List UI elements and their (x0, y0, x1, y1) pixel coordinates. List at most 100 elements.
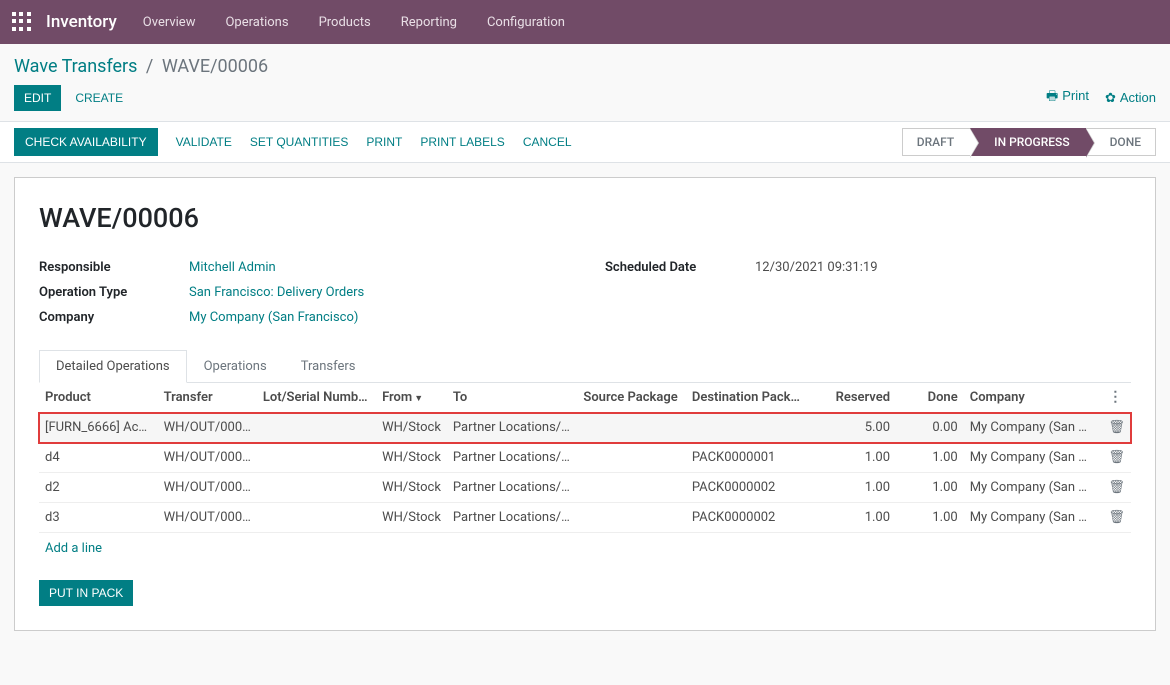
add-line-link[interactable]: Add a line (39, 533, 108, 564)
cell: My Company (San … (964, 503, 1103, 533)
cell: PACK0000001 (686, 443, 806, 473)
validate-button[interactable]: Validate (176, 135, 232, 149)
cell: WH/Stock (376, 473, 447, 503)
delete-row-icon[interactable]: 🗑 (1108, 450, 1125, 465)
status-step-in-progress[interactable]: IN PROGRESS (970, 128, 1085, 156)
responsible-label: Responsible (39, 260, 189, 275)
cell: d3 (39, 503, 158, 533)
breadcrumb-root[interactable]: Wave Transfers (14, 56, 137, 77)
cell: Partner Locations/… (447, 473, 577, 503)
cell: My Company (San … (964, 443, 1103, 473)
print-labels-button[interactable]: Print Labels (420, 135, 504, 149)
scheduled-date-label: Scheduled Date (605, 260, 755, 275)
cell: My Company (San … (964, 473, 1103, 503)
col-header[interactable]: Lot/Serial Numb… (257, 383, 376, 413)
record-title: WAVE/00006 (39, 202, 1131, 234)
breadcrumb: Wave Transfers / WAVE/00006 (14, 44, 1156, 85)
sort-caret-icon: ▼ (414, 394, 423, 404)
col-header[interactable]: Transfer (158, 383, 257, 413)
col-header[interactable]: Reserved (806, 383, 896, 413)
create-button[interactable]: Create (75, 91, 123, 105)
cell (257, 503, 376, 533)
print2-button[interactable]: Print (366, 135, 402, 149)
tabs: Detailed OperationsOperationsTransfers (39, 349, 1131, 383)
column-options-icon[interactable]: ⋮ (1108, 389, 1122, 405)
status-step-draft[interactable]: DRAFT (902, 128, 970, 156)
col-header[interactable]: Done (896, 383, 964, 413)
form-sheet: WAVE/00006 Responsible Mitchell Admin Op… (14, 177, 1156, 631)
set-quantities-button[interactable]: Set Quantities (250, 135, 348, 149)
col-header[interactable]: To (447, 383, 577, 413)
col-header[interactable]: Destination Pack… (686, 383, 806, 413)
table-row[interactable]: d4WH/OUT/000…WH/StockPartner Locations/…… (39, 443, 1131, 473)
app-name[interactable]: Inventory (46, 12, 117, 32)
cell (577, 443, 685, 473)
menu-overview[interactable]: Overview (143, 15, 196, 30)
topbar: Inventory Overview Operations Products R… (0, 0, 1170, 44)
delete-row-icon[interactable]: 🗑 (1108, 510, 1125, 525)
cancel-button[interactable]: Cancel (523, 135, 572, 149)
cell: PACK0000002 (686, 503, 806, 533)
breadcrumb-leaf: WAVE/00006 (162, 56, 268, 77)
cell: Partner Locations/… (447, 443, 577, 473)
cell: 1.00 (806, 503, 896, 533)
print-icon: 🖶 (1046, 88, 1058, 103)
cell (257, 443, 376, 473)
table-row[interactable]: d3WH/OUT/000… WH/StockPartner Locations/…… (39, 503, 1131, 533)
cell: WH/OUT/000… (158, 413, 257, 443)
delete-row-icon[interactable]: 🗑 (1108, 420, 1125, 435)
cell (577, 413, 685, 443)
cell: 1.00 (896, 503, 964, 533)
main-menu: Overview Operations Products Reporting C… (143, 15, 565, 30)
put-in-pack-button[interactable]: Put in Pack (39, 580, 133, 606)
col-header[interactable]: Company (964, 383, 1103, 413)
col-header[interactable]: Source Package (577, 383, 685, 413)
print-button[interactable]: 🖶Print (1046, 87, 1089, 109)
delete-row-icon[interactable]: 🗑 (1108, 480, 1125, 495)
cell: d2 (39, 473, 158, 503)
company-value[interactable]: My Company (San Francisco) (189, 310, 358, 325)
menu-products[interactable]: Products (319, 15, 371, 30)
responsible-value[interactable]: Mitchell Admin (189, 260, 276, 275)
edit-button[interactable]: Edit (14, 85, 61, 111)
tab-operations[interactable]: Operations (187, 350, 284, 383)
action-bar: Edit Create 🖶Print ✿ Action (14, 85, 1156, 121)
cell (577, 503, 685, 533)
status-step-done[interactable]: DONE (1086, 128, 1156, 156)
gear-icon: ✿ (1105, 90, 1116, 105)
cell: Partner Locations/… (447, 503, 577, 533)
cell: My Company (San … (964, 413, 1103, 443)
cell: 1.00 (896, 473, 964, 503)
tab-detailed-operations[interactable]: Detailed Operations (39, 350, 187, 383)
table-row[interactable]: [FURN_6666] Ac…WH/OUT/000… WH/StockPartne… (39, 413, 1131, 443)
menu-reporting[interactable]: Reporting (401, 15, 457, 30)
check-availability-button[interactable]: Check Availability (14, 128, 158, 156)
scheduled-date-value: 12/30/2021 09:31:19 (755, 260, 878, 275)
cell: d4 (39, 443, 158, 473)
cell: 5.00 (806, 413, 896, 443)
apps-menu-icon[interactable] (12, 12, 32, 32)
cell: 0.00 (896, 413, 964, 443)
menu-configuration[interactable]: Configuration (487, 15, 565, 30)
status-steps: DRAFTIN PROGRESSDONE (902, 128, 1156, 156)
cell: WH/Stock (376, 443, 447, 473)
company-label: Company (39, 310, 189, 325)
col-header[interactable]: From▼ (376, 383, 447, 413)
operations-table: ProductTransferLot/Serial Numb…From▼ToSo… (39, 383, 1131, 533)
cell: Partner Locations/… (447, 413, 577, 443)
action-label: Action (1120, 90, 1156, 105)
action-button[interactable]: ✿ Action (1105, 90, 1156, 106)
cell (257, 413, 376, 443)
cell: [FURN_6666] Ac… (39, 413, 158, 443)
cell: WH/OUT/000… (158, 503, 257, 533)
cell: WH/Stock (376, 413, 447, 443)
cell (577, 473, 685, 503)
cell: WH/Stock (376, 503, 447, 533)
operation-type-value[interactable]: San Francisco: Delivery Orders (189, 285, 364, 300)
tab-transfers[interactable]: Transfers (284, 350, 373, 383)
cell: PACK0000002 (686, 473, 806, 503)
table-row[interactable]: d2WH/OUT/000…WH/StockPartner Locations/…… (39, 473, 1131, 503)
col-header[interactable]: Product (39, 383, 158, 413)
breadcrumb-separator: / (146, 56, 153, 77)
menu-operations[interactable]: Operations (225, 15, 288, 30)
